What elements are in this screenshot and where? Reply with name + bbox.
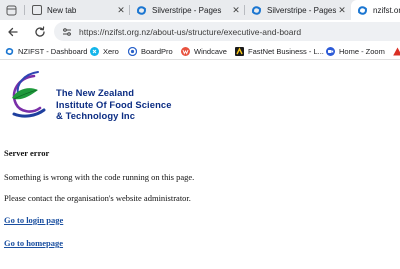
error-heading: Server error bbox=[4, 148, 50, 158]
bookmark-xero[interactable]: Xero bbox=[90, 46, 119, 57]
bookmark-home-zoom[interactable]: Home - Zoom bbox=[326, 46, 385, 57]
red-triangle-icon bbox=[393, 47, 400, 56]
logo-wordmark: The New Zealand Institute Of Food Scienc… bbox=[56, 87, 172, 122]
tab-close-icon[interactable]: ✕ bbox=[115, 5, 127, 16]
tab-silverstripe-pages-2[interactable]: Silverstripe - Pages ✕ bbox=[245, 0, 351, 20]
windcave-icon bbox=[181, 47, 190, 56]
bookmark-windcave[interactable]: Windcave bbox=[181, 46, 227, 57]
login-page-link[interactable]: Go to login page bbox=[4, 215, 63, 225]
logo-line-1: The New Zealand bbox=[56, 87, 135, 98]
back-arrow-icon bbox=[8, 27, 18, 37]
bookmark-boardpro[interactable]: BoardPro bbox=[128, 46, 173, 57]
tab-close-icon[interactable]: ✕ bbox=[230, 5, 242, 16]
tab-nzifst-active[interactable]: nzifst.org bbox=[351, 0, 400, 20]
zoom-icon bbox=[326, 47, 335, 56]
tab-close-icon[interactable]: ✕ bbox=[336, 5, 348, 16]
browser-toolbar: https://nzifst.org.nz/about-us/structure… bbox=[0, 20, 400, 44]
boardpro-icon bbox=[128, 47, 137, 56]
silverstripe-icon bbox=[357, 5, 368, 16]
nzifst-logo: The New Zealand Institute Of Food Scienc… bbox=[4, 68, 184, 122]
fastnet-icon bbox=[235, 47, 244, 56]
bookmark-label: NZIFST - Dashboard bbox=[18, 47, 88, 56]
bookmark-label: BoardPro bbox=[141, 47, 173, 56]
tab-strip: New tab ✕ Silverstripe - Pages ✕ Silvers… bbox=[0, 0, 400, 20]
site-info-icon[interactable] bbox=[61, 26, 73, 38]
silverstripe-icon bbox=[251, 5, 262, 16]
bookmark-nzifst-dashboard[interactable]: NZIFST - Dashboard bbox=[5, 46, 87, 57]
tab-groups-icon bbox=[6, 5, 17, 16]
bookmark-label: Xero bbox=[103, 47, 119, 56]
address-bar[interactable]: https://nzifst.org.nz/about-us/structure… bbox=[54, 22, 400, 41]
url-text: https://nzifst.org.nz/about-us/structure… bbox=[79, 26, 302, 37]
tab-title: New tab bbox=[47, 5, 77, 15]
bookmarks-bar: NZIFST - Dashboard Xero BoardPro Windcav… bbox=[0, 44, 400, 60]
tab-title: nzifst.org bbox=[373, 5, 400, 15]
logo-line-3: & Technology Inc bbox=[56, 110, 136, 121]
nzifst-swirl-icon bbox=[12, 71, 46, 118]
new-tab-page-icon bbox=[31, 5, 42, 16]
logo-line-2: Institute Of Food Science bbox=[56, 98, 172, 110]
page-content: The New Zealand Institute Of Food Scienc… bbox=[0, 60, 400, 269]
silverstripe-icon bbox=[136, 5, 147, 16]
xero-icon bbox=[90, 47, 99, 56]
tab-new-tab[interactable]: New tab ✕ bbox=[25, 0, 130, 20]
error-contact-text: Please contact the organisation's websit… bbox=[4, 193, 191, 203]
tab-groups-button[interactable] bbox=[0, 0, 25, 20]
error-message: Something is wrong with the code running… bbox=[4, 172, 195, 182]
homepage-link[interactable]: Go to homepage bbox=[4, 238, 63, 248]
reload-button[interactable] bbox=[32, 24, 48, 40]
bookmark-label: FastNet Business - L... bbox=[248, 47, 324, 56]
bookmark-fastnet[interactable]: FastNet Business - L... bbox=[235, 46, 324, 57]
tab-title: Silverstripe - Pages bbox=[152, 5, 222, 15]
bookmark-label: Windcave bbox=[194, 47, 227, 56]
bookmark-overflow[interactable] bbox=[393, 46, 400, 57]
back-button[interactable] bbox=[5, 24, 21, 40]
bookmark-label: Home - Zoom bbox=[339, 47, 385, 56]
tab-silverstripe-pages-1[interactable]: Silverstripe - Pages ✕ bbox=[130, 0, 245, 20]
silverstripe-icon bbox=[5, 47, 14, 56]
tab-title: Silverstripe - Pages bbox=[267, 5, 336, 15]
reload-icon bbox=[35, 26, 45, 37]
